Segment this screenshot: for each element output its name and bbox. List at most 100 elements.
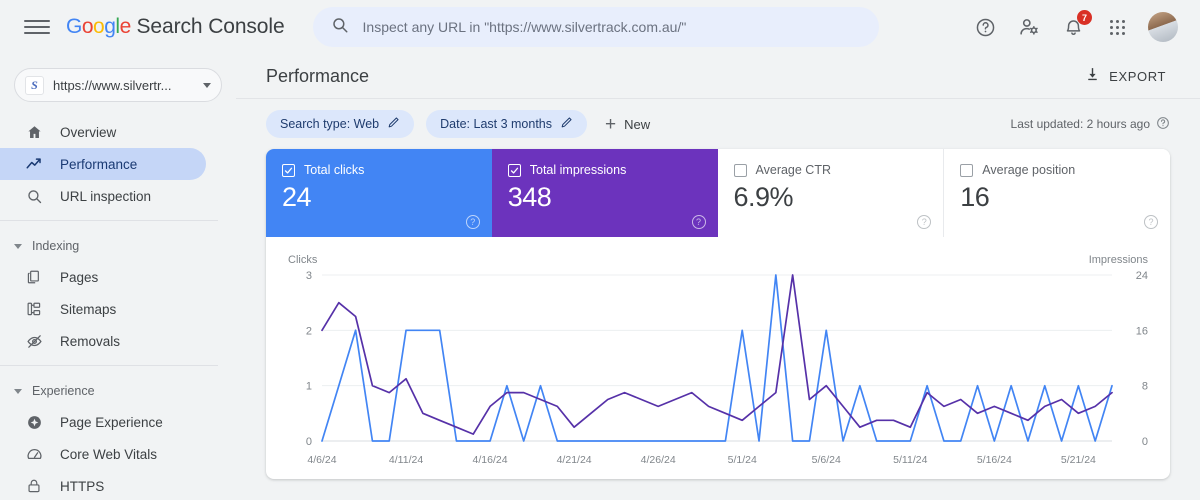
sidebar-item-removals[interactable]: Removals bbox=[0, 325, 206, 357]
sidebar-label: Removals bbox=[60, 333, 121, 349]
search-box[interactable] bbox=[312, 7, 879, 47]
google-logo: Google bbox=[66, 15, 131, 38]
property-selector[interactable]: S https://www.silvertr... bbox=[14, 68, 222, 102]
metric-cards: Total clicks 24 ? Total impressions 348 … bbox=[266, 149, 1170, 237]
user-avatar[interactable] bbox=[1148, 12, 1178, 42]
url-inspection-search bbox=[312, 7, 879, 47]
sidebar-item-sitemaps[interactable]: Sitemaps bbox=[0, 293, 206, 325]
metric-card-average-ctr[interactable]: Average CTR 6.9% ? bbox=[717, 149, 945, 237]
site-logo-icon: S bbox=[25, 75, 44, 95]
brand-title: Google Search Console bbox=[66, 15, 285, 39]
hamburger-menu-icon[interactable] bbox=[24, 14, 50, 40]
export-button[interactable]: EXPORT bbox=[1080, 60, 1170, 92]
trending-up-icon bbox=[24, 154, 44, 174]
help-icon[interactable]: ? bbox=[1144, 215, 1158, 229]
sidebar-section-indexing[interactable]: Indexing bbox=[0, 231, 236, 261]
sidebar-divider bbox=[0, 220, 218, 221]
filter-chip-label: Date: Last 3 months bbox=[440, 117, 553, 131]
search-icon bbox=[331, 16, 349, 39]
metric-value: 6.9% bbox=[733, 182, 794, 212]
sidebar-divider bbox=[0, 365, 218, 366]
help-icon[interactable] bbox=[1156, 116, 1170, 133]
checkbox-checked-icon[interactable] bbox=[282, 163, 295, 177]
help-icon[interactable]: ? bbox=[691, 215, 706, 229]
svg-text:4/11/24: 4/11/24 bbox=[389, 454, 423, 466]
checkbox-checked-icon[interactable] bbox=[507, 163, 521, 177]
sidebar-label: Sitemaps bbox=[60, 301, 117, 317]
svg-text:5/1/24: 5/1/24 bbox=[728, 454, 757, 466]
search-input[interactable] bbox=[362, 19, 861, 35]
metric-value: 348 bbox=[507, 182, 552, 212]
sidebar-item-page-experience[interactable]: Page Experience bbox=[0, 406, 206, 438]
help-icon[interactable] bbox=[972, 14, 998, 40]
metric-card-average-position[interactable]: Average position 16 ? bbox=[944, 149, 1170, 237]
search-icon bbox=[24, 186, 44, 206]
filter-chip-date[interactable]: Date: Last 3 months bbox=[426, 110, 588, 138]
pages-icon bbox=[24, 267, 44, 287]
page-experience-icon bbox=[24, 412, 44, 432]
notifications-icon[interactable]: 7 bbox=[1060, 10, 1092, 40]
plus-icon: + bbox=[605, 113, 617, 135]
svg-text:Clicks: Clicks bbox=[288, 254, 318, 266]
sidebar-section-experience[interactable]: Experience bbox=[0, 376, 236, 406]
new-filter-label: New bbox=[624, 116, 651, 132]
svg-text:2: 2 bbox=[306, 325, 312, 337]
metric-value: 24 bbox=[282, 182, 312, 212]
sidebar-label: Page Experience bbox=[60, 414, 163, 430]
top-bar-icons: 7 bbox=[972, 10, 1186, 42]
svg-text:5/11/24: 5/11/24 bbox=[893, 454, 927, 466]
sidebar-item-pages[interactable]: Pages bbox=[0, 261, 206, 293]
metric-card-total-impressions[interactable]: Total impressions 348 ? bbox=[491, 149, 718, 237]
apps-grid-icon[interactable] bbox=[1104, 14, 1130, 40]
filter-chip-label: Search type: Web bbox=[280, 117, 380, 131]
sidebar-label: HTTPS bbox=[60, 478, 105, 494]
home-icon bbox=[24, 122, 44, 142]
download-icon bbox=[1084, 66, 1101, 86]
filter-chip-search-type[interactable]: Search type: Web bbox=[266, 110, 415, 138]
metric-label: Total impressions bbox=[529, 163, 627, 177]
account-settings-icon[interactable] bbox=[1016, 14, 1042, 40]
page-title: Performance bbox=[266, 65, 370, 86]
svg-text:Impressions: Impressions bbox=[1089, 254, 1149, 266]
export-label: EXPORT bbox=[1109, 68, 1166, 84]
product-name: Search Console bbox=[136, 15, 285, 38]
sidebar-label: Core Web Vitals bbox=[60, 446, 158, 462]
sidebar-nav: S https://www.silvertr... Overview Perfo… bbox=[0, 54, 236, 500]
help-icon[interactable]: ? bbox=[917, 215, 932, 229]
gauge-icon bbox=[24, 444, 44, 464]
sidebar-item-performance[interactable]: Performance bbox=[0, 148, 206, 180]
metric-value: 16 bbox=[960, 182, 990, 212]
svg-text:16: 16 bbox=[1136, 325, 1148, 337]
notification-badge: 7 bbox=[1077, 10, 1092, 25]
sitemap-icon bbox=[24, 299, 44, 319]
metric-label: Total clicks bbox=[304, 163, 365, 177]
metric-label: Average position bbox=[982, 163, 1076, 177]
eye-off-icon bbox=[24, 331, 44, 351]
property-url: https://www.silvertr... bbox=[53, 77, 172, 93]
main-content: Performance EXPORT Search type: Web Date… bbox=[236, 54, 1200, 500]
performance-chart: Clicks Impressions 0 0 1 8 2 16 3 24 4/6/24 4/11/24… bbox=[266, 237, 1170, 479]
svg-text:3: 3 bbox=[306, 270, 312, 282]
svg-text:4/21/24: 4/21/24 bbox=[557, 454, 592, 466]
pencil-icon[interactable] bbox=[387, 116, 400, 132]
help-icon[interactable]: ? bbox=[465, 215, 480, 229]
sidebar-item-overview[interactable]: Overview bbox=[0, 116, 206, 148]
sidebar-label: Overview bbox=[60, 124, 117, 140]
sidebar-item-core-web-vitals[interactable]: Core Web Vitals bbox=[0, 438, 206, 470]
pencil-icon[interactable] bbox=[560, 116, 573, 132]
chevron-down-icon bbox=[203, 82, 211, 88]
checkbox-unchecked-icon[interactable] bbox=[733, 163, 747, 177]
performance-line-chart[interactable]: Clicks Impressions 0 0 1 8 2 16 3 24 4/6/24 4/11/24… bbox=[266, 245, 1170, 479]
checkbox-unchecked-icon[interactable] bbox=[960, 163, 974, 177]
performance-panel: Total clicks 24 ? Total impressions 348 … bbox=[266, 149, 1170, 479]
lock-icon bbox=[24, 476, 44, 496]
last-updated-text: Last updated: 2 hours ago bbox=[1010, 117, 1150, 131]
new-filter-button[interactable]: + New bbox=[599, 115, 656, 134]
sidebar-item-https[interactable]: HTTPS bbox=[0, 470, 206, 500]
sidebar-item-url-inspection[interactable]: URL inspection bbox=[0, 180, 206, 212]
sidebar-label: URL inspection bbox=[60, 188, 152, 204]
svg-text:4/6/24: 4/6/24 bbox=[307, 454, 336, 466]
svg-text:5/16/24: 5/16/24 bbox=[977, 454, 1012, 466]
svg-text:0: 0 bbox=[306, 436, 312, 448]
metric-card-total-clicks[interactable]: Total clicks 24 ? bbox=[266, 149, 492, 237]
